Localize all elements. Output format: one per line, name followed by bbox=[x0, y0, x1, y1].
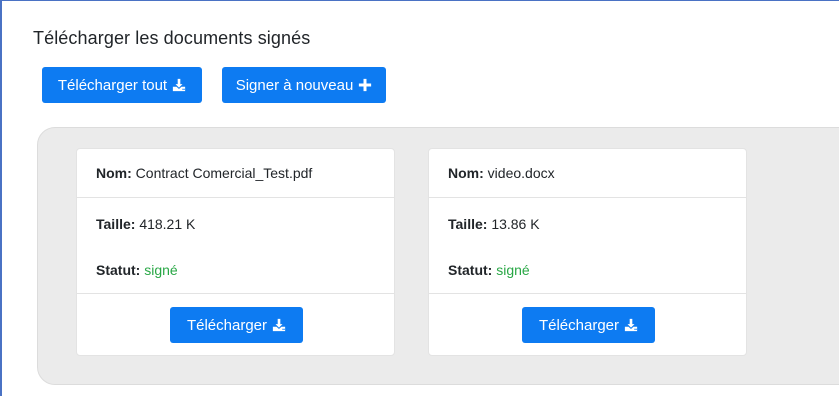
status-label: Statut: bbox=[96, 262, 145, 278]
document-name: video.docx bbox=[487, 165, 555, 181]
document-card: Nom: Contract Comercial_Test.pdf Taille:… bbox=[76, 148, 395, 356]
document-status-row: Statut: signé bbox=[429, 262, 746, 278]
plus-icon bbox=[358, 78, 372, 92]
divider bbox=[429, 293, 746, 294]
name-label: Nom: bbox=[96, 165, 136, 181]
download-icon bbox=[624, 318, 638, 332]
document-status: signé bbox=[496, 262, 530, 278]
download-icon bbox=[172, 78, 186, 92]
document-size: 13.86 K bbox=[491, 216, 540, 232]
download-button[interactable]: Télécharger bbox=[170, 307, 303, 343]
document-status: signé bbox=[144, 262, 178, 278]
document-name-row: Nom: video.docx bbox=[429, 165, 746, 181]
size-label: Taille: bbox=[448, 216, 492, 232]
divider bbox=[429, 197, 746, 198]
document-size-row: Taille: 13.86 K bbox=[429, 216, 746, 232]
document-size-row: Taille: 418.21 K bbox=[77, 216, 394, 232]
download-label: Télécharger bbox=[538, 316, 620, 334]
document-name-row: Nom: Contract Comercial_Test.pdf bbox=[77, 165, 394, 181]
download-icon bbox=[272, 318, 286, 332]
sign-again-button[interactable]: Signer à nouveau bbox=[222, 67, 386, 103]
divider bbox=[77, 293, 394, 294]
document-name: Contract Comercial_Test.pdf bbox=[135, 165, 313, 181]
sign-again-label: Signer à nouveau bbox=[235, 76, 354, 94]
document-size: 418.21 K bbox=[139, 216, 196, 232]
download-all-label: Télécharger tout bbox=[57, 76, 168, 94]
download-all-button[interactable]: Télécharger tout bbox=[42, 67, 202, 103]
status-label: Statut: bbox=[448, 262, 497, 278]
document-card: Nom: video.docx Taille: 13.86 K Statut: … bbox=[428, 148, 747, 356]
download-button[interactable]: Télécharger bbox=[522, 307, 655, 343]
size-label: Taille: bbox=[96, 216, 140, 232]
document-status-row: Statut: signé bbox=[77, 262, 394, 278]
name-label: Nom: bbox=[448, 165, 488, 181]
divider bbox=[77, 197, 394, 198]
download-label: Télécharger bbox=[186, 316, 268, 334]
page-title: Télécharger les documents signés bbox=[33, 28, 311, 48]
